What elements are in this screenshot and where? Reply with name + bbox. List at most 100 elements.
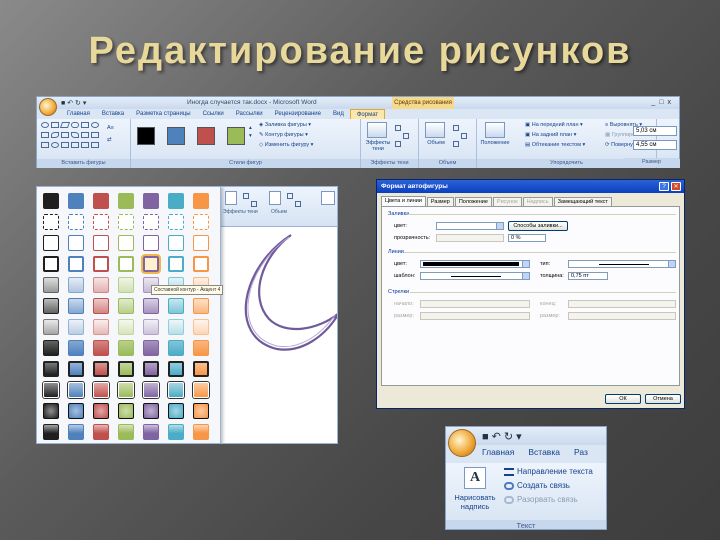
style-swatch[interactable] <box>143 193 159 209</box>
draw-textbox-label[interactable]: Нарисовать надпись <box>448 493 502 511</box>
style-swatch[interactable] <box>143 214 159 230</box>
arrow-end-size-dropdown[interactable] <box>568 312 676 320</box>
style-swatch[interactable] <box>68 403 84 419</box>
shadow-effects-button[interactable] <box>367 122 387 138</box>
undo-icon[interactable]: ↶ <box>492 431 504 443</box>
shadow-nudge-icon[interactable] <box>243 193 249 199</box>
shadow-nudge-right-icon[interactable] <box>403 133 409 139</box>
moon-shape[interactable] <box>221 227 338 444</box>
cancel-button[interactable]: Отмена <box>645 394 681 404</box>
textbox-shape-icon[interactable] <box>81 122 89 128</box>
cube-shape-icon[interactable] <box>61 142 69 148</box>
style-swatch[interactable] <box>118 193 134 209</box>
style-swatch[interactable] <box>118 403 134 419</box>
style-swatch[interactable] <box>168 193 184 209</box>
tab-layout[interactable]: Раз <box>574 447 588 457</box>
shadow-nudge-up-icon[interactable] <box>395 125 401 131</box>
style-swatch[interactable] <box>93 277 109 293</box>
draw-textbox-icon[interactable]: ⇄ <box>107 137 112 143</box>
dialog-close-button[interactable]: ✕ <box>671 182 681 191</box>
banner-shape-icon[interactable] <box>71 142 79 148</box>
style-swatch[interactable] <box>168 382 184 398</box>
style-swatch[interactable] <box>168 340 184 356</box>
shape-width-field[interactable]: 4,55 см <box>633 140 677 150</box>
maximize-icon[interactable]: □ <box>659 99 667 106</box>
save-icon[interactable]: ■ <box>61 100 65 107</box>
text-wrap-button[interactable]: ▤ Обтекание текстом ▾ <box>525 142 585 148</box>
circle-shape-icon[interactable] <box>91 122 99 128</box>
ok-button[interactable]: ОК <box>605 394 641 404</box>
qat-dropdown-icon[interactable]: ▾ <box>83 100 87 107</box>
style-swatch[interactable] <box>93 382 109 398</box>
style-swatch[interactable] <box>68 382 84 398</box>
style-swatch[interactable] <box>168 235 184 251</box>
tab-colors-lines[interactable]: Цвета и линии <box>381 196 426 206</box>
style-swatch[interactable] <box>43 424 59 440</box>
style-swatch[interactable] <box>93 361 109 377</box>
style-swatch[interactable] <box>68 298 84 314</box>
style-swatch[interactable] <box>68 340 84 356</box>
tab-alt-text[interactable]: Замещающий текст <box>553 197 612 206</box>
style-swatch[interactable] <box>168 361 184 377</box>
style-swatch-blue[interactable] <box>167 127 185 145</box>
arrow-begin-dropdown[interactable] <box>420 300 530 308</box>
style-swatch[interactable] <box>93 256 109 272</box>
tab-home[interactable]: Главная <box>482 447 514 457</box>
curve-shape-icon[interactable] <box>71 132 79 138</box>
style-swatch[interactable] <box>193 214 209 230</box>
style-swatch[interactable] <box>118 277 134 293</box>
tab-review[interactable]: Рецензирование <box>269 109 327 119</box>
style-swatch[interactable] <box>93 319 109 335</box>
weight-field[interactable]: 0,75 пт <box>568 272 608 280</box>
arrow-shape-icon[interactable] <box>61 132 69 138</box>
tab-size[interactable]: Размер <box>426 197 454 206</box>
style-swatch[interactable] <box>43 235 59 251</box>
style-swatch[interactable] <box>143 298 159 314</box>
style-swatch[interactable] <box>93 235 109 251</box>
dash-dropdown[interactable] <box>420 272 530 280</box>
tilt-up-icon[interactable] <box>453 125 459 131</box>
style-swatch[interactable] <box>118 256 134 272</box>
more-shapes-icon[interactable] <box>91 142 99 148</box>
style-swatch[interactable] <box>43 319 59 335</box>
arrow-begin-size-dropdown[interactable] <box>420 312 530 320</box>
style-swatch[interactable] <box>193 298 209 314</box>
redo-icon[interactable]: ↻ <box>75 100 81 107</box>
tab-page-layout[interactable]: Разметка страницы <box>130 109 196 119</box>
style-swatch[interactable] <box>43 361 59 377</box>
close-icon[interactable]: x <box>668 99 676 106</box>
tilt-icon[interactable] <box>287 193 293 199</box>
fill-color-dropdown[interactable] <box>436 222 504 230</box>
style-swatch[interactable] <box>43 298 59 314</box>
style-swatch[interactable] <box>118 340 134 356</box>
style-swatch[interactable] <box>143 235 159 251</box>
style-swatch[interactable] <box>168 214 184 230</box>
tab-view[interactable]: Вид <box>327 109 350 119</box>
fill-effects-button[interactable]: Способы заливки... <box>508 221 568 231</box>
arrow-end-dropdown[interactable] <box>568 300 676 308</box>
style-swatch[interactable] <box>193 403 209 419</box>
save-icon[interactable]: ■ <box>482 431 492 443</box>
style-swatch[interactable] <box>118 214 134 230</box>
style-swatch[interactable] <box>143 382 159 398</box>
tab-insert[interactable]: Вставка <box>96 109 130 119</box>
transparency-field[interactable]: 0 % <box>508 234 546 242</box>
style-swatch[interactable] <box>68 214 84 230</box>
shape-height-field[interactable]: 5,03 см <box>633 126 677 136</box>
style-swatch[interactable] <box>118 298 134 314</box>
send-to-back-button[interactable]: ▣ На задний план ▾ <box>525 132 576 138</box>
style-swatch[interactable] <box>43 277 59 293</box>
3d-icon[interactable] <box>269 191 281 205</box>
style-swatch[interactable] <box>118 361 134 377</box>
style-swatch[interactable] <box>143 340 159 356</box>
style-swatch[interactable] <box>168 256 184 272</box>
style-swatch[interactable] <box>193 382 209 398</box>
style-swatch[interactable] <box>93 403 109 419</box>
style-swatch[interactable] <box>118 235 134 251</box>
gallery-scroll-up-icon[interactable]: ▴ <box>249 125 252 131</box>
style-swatch[interactable] <box>68 235 84 251</box>
style-swatch[interactable] <box>168 403 184 419</box>
shadow-toggle-icon[interactable] <box>251 201 257 207</box>
style-swatch[interactable] <box>43 382 59 398</box>
style-swatch[interactable] <box>93 214 109 230</box>
